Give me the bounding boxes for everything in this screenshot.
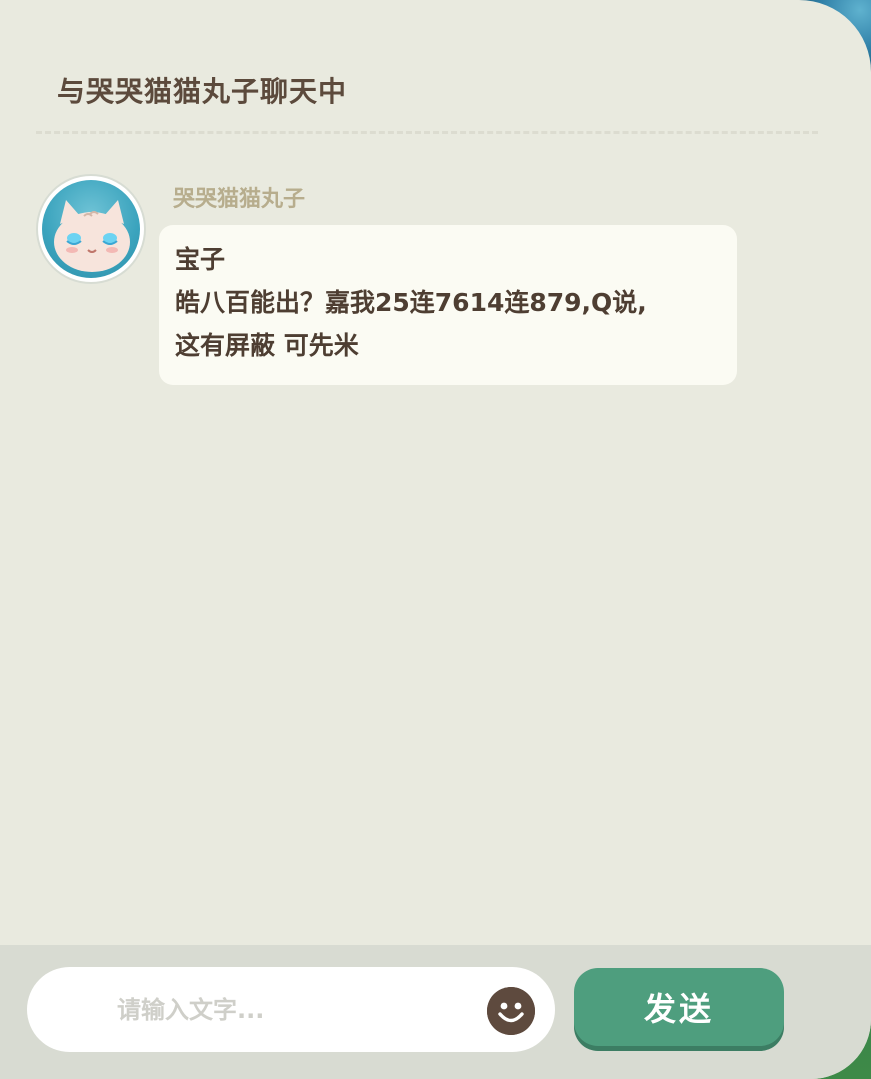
message-line: 这有屏蔽 可先米	[175, 331, 359, 360]
chat-panel: 与哭哭猫猫丸子聊天中 哭哭猫猫丸子 宝子 皓八百能出？嘉我25连7614连879…	[0, 0, 871, 1079]
message-input-container[interactable]	[27, 967, 555, 1052]
chat-title: 与哭哭猫猫丸子聊天中	[57, 75, 348, 108]
message-line: 宝子	[175, 245, 226, 274]
sender-name: 哭哭猫猫丸子	[173, 187, 306, 212]
crying-cat-icon	[54, 200, 130, 272]
message-bubble: 宝子 皓八百能出？嘉我25连7614连879,Q说, 这有屏蔽 可先米	[159, 225, 737, 385]
avatar-background	[42, 180, 140, 278]
send-button-label: 发送	[643, 990, 714, 1028]
emoji-button[interactable]	[487, 987, 535, 1035]
header-divider	[36, 131, 818, 134]
smiley-icon	[487, 987, 535, 1035]
message-input[interactable]	[115, 989, 479, 1031]
message-line: 皓八百能出？嘉我25连7614连879,Q说,	[175, 288, 647, 317]
send-button[interactable]: 发送	[574, 968, 784, 1046]
avatar[interactable]	[38, 176, 144, 282]
